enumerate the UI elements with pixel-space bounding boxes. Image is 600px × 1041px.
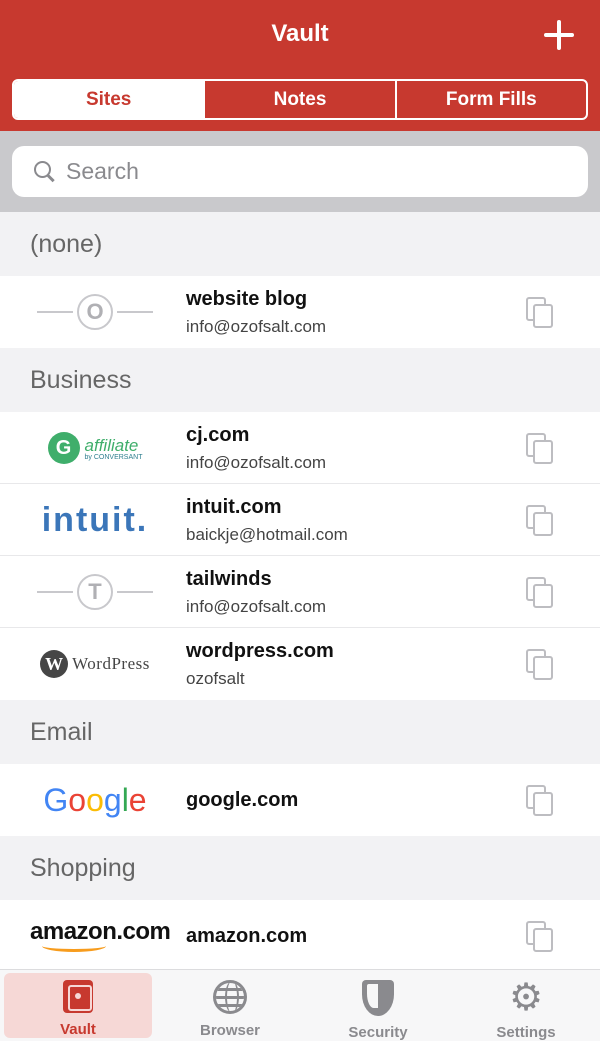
segment-notes[interactable]: Notes (203, 81, 394, 118)
site-name: tailwinds (186, 567, 272, 590)
copy-password-icon[interactable] (526, 649, 556, 681)
section-header-shopping: Shopping (0, 836, 600, 900)
tab-browser[interactable]: Browser (156, 970, 304, 1041)
list-item[interactable]: Google google.com (0, 764, 600, 836)
plus-icon[interactable] (544, 20, 574, 50)
site-username: info@ozofsalt.com (186, 316, 327, 336)
site-name: wordpress.com (186, 639, 334, 662)
placeholder-letter: O (77, 294, 113, 330)
site-name: amazon.com (186, 924, 308, 947)
tab-label: Security (348, 1024, 408, 1041)
tab-settings[interactable]: ⚙ Settings (452, 970, 600, 1041)
site-logo-intuit: intuit. (41, 500, 149, 539)
search-bar-container (0, 131, 600, 212)
nav-header: Vault Sites Notes Form Fills (0, 0, 600, 131)
site-logo-amazon: amazon.com (20, 900, 171, 970)
affiliate-logo-icon: G (47, 432, 80, 464)
tab-label: Vault (60, 1021, 96, 1038)
section-header-email: Email (0, 700, 600, 764)
list-item[interactable]: W WordPress wordpress.com ozofsalt (0, 628, 600, 700)
search-bar[interactable] (12, 146, 588, 197)
copy-password-icon[interactable] (526, 297, 556, 329)
site-logo-google: Google (43, 781, 147, 818)
section-header-none: (none) (0, 212, 600, 276)
site-name: intuit.com (186, 495, 282, 518)
segment-sites[interactable]: Sites (14, 81, 204, 118)
page-title: Vault (271, 20, 329, 47)
list-item[interactable]: amazon.com amazon.com (0, 900, 600, 970)
copy-password-icon[interactable] (526, 505, 556, 537)
list-item[interactable]: intuit. intuit.com baickje@hotmail.com (0, 484, 600, 556)
site-name: google.com (186, 788, 299, 811)
site-logo-wordpress: W WordPress (20, 628, 170, 700)
site-name: website blog (186, 287, 308, 310)
site-username: info@ozofsalt.com (186, 596, 327, 616)
list-item[interactable]: T tailwinds info@ozofsalt.com (0, 556, 600, 628)
globe-icon (213, 980, 247, 1014)
site-username: info@ozofsalt.com (186, 452, 327, 472)
tab-label: Settings (496, 1024, 556, 1041)
placeholder-letter: T (77, 574, 113, 610)
site-username: baickje@hotmail.com (186, 524, 348, 544)
copy-password-icon[interactable] (526, 785, 556, 817)
site-name: cj.com (186, 423, 250, 446)
tab-security[interactable]: Security (304, 970, 452, 1041)
list-item[interactable]: O website blog info@ozofsalt.com (0, 276, 600, 348)
safe-icon (63, 980, 93, 1013)
wordpress-logo-icon: W (40, 650, 69, 678)
shield-icon (362, 980, 394, 1016)
search-icon (34, 160, 56, 183)
search-input[interactable] (66, 158, 546, 185)
tab-bar: Vault Browser Security ⚙ Settings (0, 969, 600, 1041)
tab-vault[interactable]: Vault (4, 973, 152, 1038)
site-logo-placeholder: O (20, 276, 170, 348)
segmented-control: Sites Notes Form Fills (12, 79, 588, 120)
site-logo-placeholder: T (20, 556, 170, 628)
vault-list[interactable]: (none) O website blog info@ozofsalt.com … (0, 212, 600, 970)
site-username: ozofsalt (186, 668, 245, 688)
copy-password-icon[interactable] (526, 921, 556, 953)
list-item[interactable]: G affiliate by CONVERSANT cj.com info@oz… (0, 412, 600, 484)
tab-label: Browser (199, 1022, 261, 1039)
gear-icon: ⚙ (508, 977, 544, 1019)
site-logo-affiliate: G affiliate by CONVERSANT (20, 412, 170, 484)
amazon-smile-icon (42, 940, 106, 952)
copy-password-icon[interactable] (526, 433, 556, 465)
section-header-business: Business (0, 348, 600, 412)
segment-form-fills[interactable]: Form Fills (394, 81, 586, 118)
copy-password-icon[interactable] (526, 577, 556, 609)
